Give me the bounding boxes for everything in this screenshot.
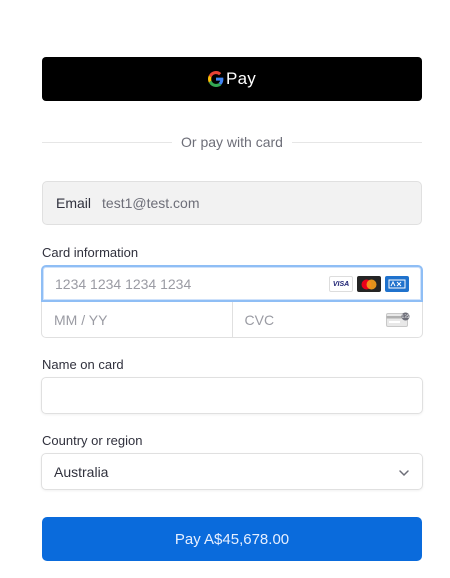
card-number-input[interactable] [55, 275, 315, 292]
name-on-card-input[interactable] [54, 387, 404, 404]
card-brand-icons: VISA [329, 276, 409, 292]
divider-line-right [291, 141, 422, 143]
chevron-down-icon [399, 470, 409, 477]
card-expiry-cvc-row: 135 [41, 302, 423, 338]
google-pay-label: Pay [226, 69, 256, 88]
name-on-card-field[interactable] [41, 377, 423, 414]
cvc-cell: 135 [231, 302, 423, 337]
email-label: Email [56, 195, 92, 211]
email-value: test1@test.com [102, 195, 200, 211]
divider-line-left [42, 141, 173, 143]
name-on-card-label: Name on card [42, 357, 124, 372]
amex-icon [385, 276, 409, 292]
card-information-label: Card information [42, 245, 139, 260]
cvc-input[interactable] [244, 311, 355, 328]
email-field[interactable]: Email test1@test.com [42, 181, 422, 225]
country-label: Country or region [42, 433, 143, 448]
divider-text: Or pay with card [181, 134, 283, 150]
cvc-card-icon: 135 [386, 312, 410, 327]
google-g-icon [208, 71, 224, 87]
pay-button-label: Pay A$45,678.00 [174, 530, 290, 548]
or-pay-with-card-divider: Or pay with card [42, 132, 422, 152]
mastercard-icon [357, 276, 381, 292]
visa-icon: VISA [329, 276, 353, 292]
country-select[interactable]: Australia [41, 453, 423, 490]
expiry-cell [42, 302, 232, 337]
pay-button[interactable]: Pay A$45,678.00 [42, 517, 422, 561]
country-value: Australia [54, 463, 109, 480]
google-pay-button[interactable]: Pay [42, 57, 422, 101]
card-number-field[interactable]: VISA [41, 265, 423, 302]
svg-text:135: 135 [402, 314, 410, 319]
expiry-input[interactable] [54, 311, 164, 328]
